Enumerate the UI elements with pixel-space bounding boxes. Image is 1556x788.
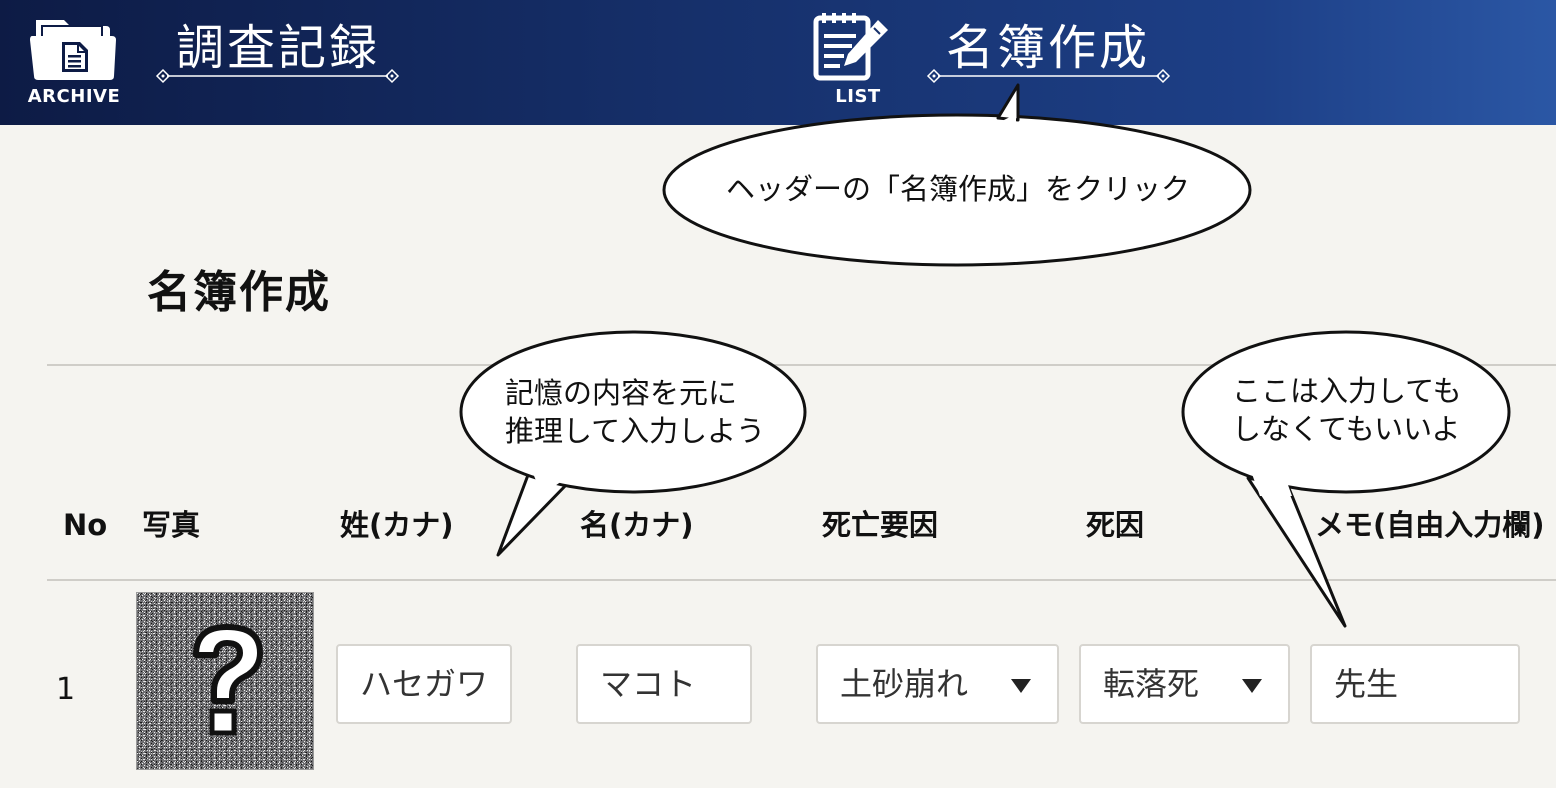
ornament-underline-list bbox=[926, 68, 1171, 84]
folder-document-icon bbox=[30, 20, 116, 80]
death-cause-value: 転落死 bbox=[1103, 665, 1200, 703]
column-header-no: No bbox=[63, 508, 108, 542]
caret-down-icon bbox=[1242, 679, 1262, 693]
death-factor-value: 土砂崩れ bbox=[840, 665, 969, 703]
bubble-memo-hint-line1: ここは入力しても bbox=[1232, 374, 1462, 408]
ornament-underline-archive bbox=[155, 68, 400, 84]
column-header-photo: 写真 bbox=[142, 508, 201, 542]
bubble-header-hint-text: ヘッダーの「名簿作成」をクリック bbox=[726, 172, 1191, 206]
column-header-last-name: 姓(カナ) bbox=[340, 508, 454, 542]
bubble-memo-hint-line2: しなくてもいいよ bbox=[1232, 412, 1461, 446]
column-header-death-cause: 死因 bbox=[1086, 508, 1145, 542]
first-name-input[interactable]: マコト bbox=[576, 644, 752, 724]
caret-down-icon bbox=[1011, 679, 1031, 693]
last-name-input[interactable]: ハセガワ bbox=[336, 644, 512, 724]
bubble-name-hint-line1: 記憶の内容を元に bbox=[505, 376, 738, 410]
death-cause-select[interactable]: 転落死 bbox=[1079, 644, 1290, 724]
row-number: 1 bbox=[56, 672, 76, 707]
archive-icon-box: ARCHIVE bbox=[24, 10, 124, 107]
death-factor-select[interactable]: 土砂崩れ bbox=[816, 644, 1059, 724]
notepad-pencil-icon bbox=[813, 13, 888, 81]
page-title: 名簿作成 bbox=[147, 267, 331, 318]
nav-archive[interactable]: ARCHIVE 調査記録 bbox=[0, 0, 420, 125]
photo-thumbnail[interactable] bbox=[136, 592, 314, 770]
memo-input[interactable]: 先生 bbox=[1310, 644, 1520, 724]
bubble-name-hint-line2: 推理して入力しよう bbox=[505, 414, 766, 448]
archive-caption: ARCHIVE bbox=[27, 86, 121, 107]
question-mark-icon bbox=[193, 624, 263, 736]
column-header-death-factor: 死亡要因 bbox=[822, 508, 939, 542]
